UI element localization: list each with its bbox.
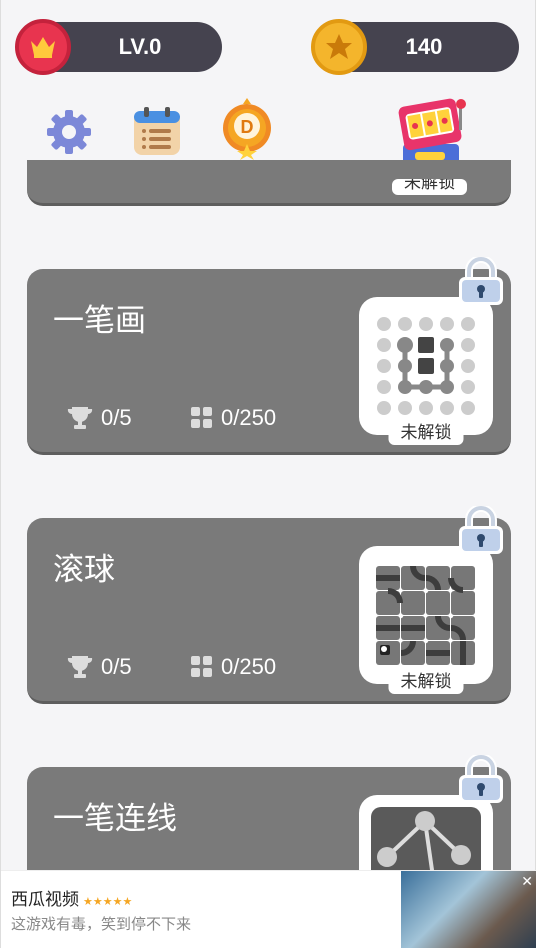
mode-card-one-stroke[interactable]: 一笔画 0/5 0/250 未解锁 — [27, 257, 511, 455]
crown-icon — [15, 19, 71, 75]
level-count: 0/250 — [221, 405, 277, 430]
card-title: 一笔画 — [53, 303, 146, 338]
level-stat: 0/250 — [191, 654, 276, 680]
svg-text:D: D — [241, 117, 254, 137]
dot-grid-preview — [377, 317, 475, 415]
gear-icon — [47, 110, 91, 154]
trophy-count: 0/5 — [101, 405, 132, 430]
star-coin-icon — [311, 19, 367, 75]
ad-banner[interactable]: 西瓜视频 ★★★★★ 这游戏有毒，笑到停不下来 ✕ — [1, 870, 536, 948]
tasks-button[interactable] — [129, 104, 185, 160]
settings-button[interactable] — [41, 104, 97, 160]
calendar-list-icon — [134, 107, 180, 155]
mode-thumbnail: 未解锁 — [359, 297, 493, 445]
mode-card-roll-ball[interactable]: 滚球 0/5 0/250 未解锁 — [27, 506, 511, 704]
trophy-count: 0/5 — [101, 654, 132, 679]
card-title: 一笔连线 — [53, 801, 177, 836]
card-title: 滚球 — [53, 552, 115, 587]
locked-label: 未解锁 — [388, 665, 464, 694]
lock-icon — [459, 257, 503, 305]
level-display: LV.0 — [15, 19, 222, 75]
coin-count: 140 — [405, 34, 443, 59]
ad-app-name: 西瓜视频 — [11, 890, 79, 909]
rating-stars: ★★★★★ — [83, 896, 133, 908]
level-text: LV.0 — [118, 34, 162, 59]
trophy-stat: 0/5 — [67, 654, 132, 680]
ad-title: 西瓜视频 ★★★★★ — [11, 885, 132, 910]
close-icon[interactable]: ✕ — [521, 873, 533, 890]
partial-mode-card[interactable]: 未解锁 — [27, 160, 511, 206]
lock-icon — [459, 506, 503, 554]
coin-display: 140 — [311, 19, 519, 75]
locked-label: 未解锁 — [392, 179, 467, 195]
locked-label: 未解锁 — [388, 416, 464, 445]
d-medal-icon: D — [223, 98, 271, 160]
level-stat: 0/250 — [191, 405, 276, 431]
grid-icon — [191, 656, 212, 677]
trophy-stat: 0/5 — [67, 405, 132, 431]
ad-image[interactable]: ✕ — [401, 871, 536, 948]
grid-icon — [191, 407, 212, 428]
ad-subtitle: 这游戏有毒，笑到停不下来 — [11, 916, 192, 933]
level-count: 0/250 — [221, 654, 277, 679]
pipe-tiles-preview — [376, 566, 475, 665]
lock-icon — [459, 755, 503, 803]
trophy-icon — [67, 407, 93, 429]
mode-thumbnail: 未解锁 — [359, 546, 493, 694]
trophy-icon — [67, 656, 93, 678]
daily-button[interactable]: D — [219, 98, 275, 160]
